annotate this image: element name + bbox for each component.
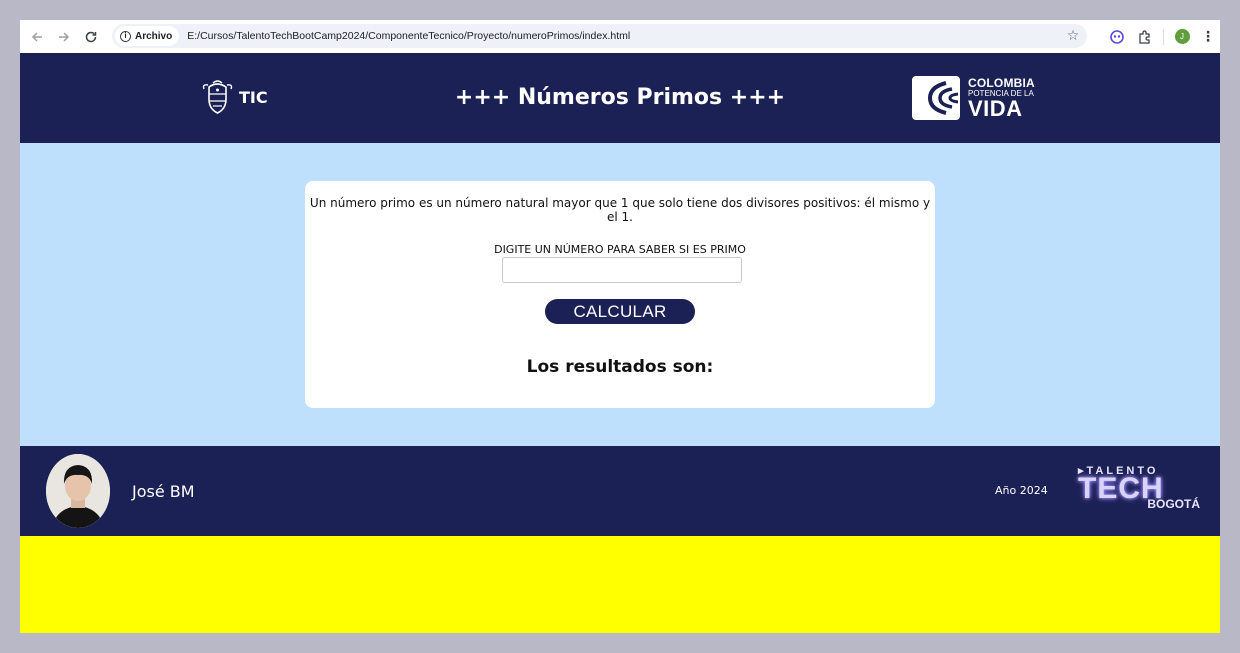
page-title: +++ Números Primos +++ bbox=[454, 85, 786, 110]
info-icon: i bbox=[120, 30, 131, 42]
address-bar[interactable]: i Archivo E:/Cursos/TalentoTechBootCamp2… bbox=[112, 24, 1087, 48]
prime-description: Un número primo es un número natural may… bbox=[309, 196, 931, 224]
colombia-logo-line1: COLOMBIA bbox=[968, 75, 1035, 90]
number-input[interactable] bbox=[502, 257, 742, 283]
page-footer: José BM Año 2024 ▸TALENTO TECH BOGOTÁ bbox=[20, 446, 1220, 536]
colombia-logo-text: COLOMBIA POTENCIA DE LA VIDA bbox=[968, 77, 1035, 120]
site-info-chip[interactable]: i Archivo bbox=[115, 26, 180, 46]
page: TIC +++ Números Primos +++ COLOMBIA POTE… bbox=[20, 53, 1220, 633]
yellow-band bbox=[20, 536, 1220, 633]
author-avatar bbox=[46, 454, 110, 528]
number-input-label: DIGITE UN NÚMERO PARA SABER SI ES PRIMO bbox=[494, 243, 746, 256]
talento-tech-logo: ▸TALENTO TECH BOGOTÁ bbox=[1078, 464, 1208, 524]
main-section: Un número primo es un número natural may… bbox=[20, 143, 1220, 446]
url-text[interactable]: E:/Cursos/TalentoTechBootCamp2024/Compon… bbox=[187, 30, 630, 42]
site-info-label: Archivo bbox=[135, 30, 173, 42]
colombia-logo-line3: VIDA bbox=[968, 95, 1023, 121]
prime-card: Un número primo es un número natural may… bbox=[305, 181, 935, 408]
bookmark-star-icon[interactable]: ☆ bbox=[1063, 26, 1083, 46]
toolbar-divider bbox=[1163, 28, 1164, 45]
profile-avatar[interactable]: J bbox=[1168, 23, 1196, 51]
page-header: TIC +++ Números Primos +++ COLOMBIA POTE… bbox=[20, 53, 1220, 143]
author-name: José BM bbox=[132, 482, 195, 501]
forward-icon[interactable] bbox=[50, 23, 77, 50]
colombia-potencia-logo: COLOMBIA POTENCIA DE LA VIDA bbox=[912, 75, 1035, 121]
footer-year: Año 2024 bbox=[995, 484, 1048, 497]
puzzle-icon[interactable] bbox=[1131, 23, 1159, 51]
reload-icon[interactable] bbox=[77, 23, 104, 50]
extension-icon[interactable] bbox=[1103, 23, 1131, 51]
back-icon[interactable] bbox=[23, 23, 50, 50]
more-menu-icon[interactable]: ⋮ bbox=[1196, 23, 1220, 51]
toolbar-actions: J ⋮ bbox=[1103, 20, 1220, 53]
profile-initial: J bbox=[1174, 29, 1190, 44]
colombia-wave-icon bbox=[912, 76, 960, 120]
browser-window: i Archivo E:/Cursos/TalentoTechBootCamp2… bbox=[20, 20, 1220, 633]
results-heading: Los resultados son: bbox=[526, 357, 714, 377]
calculate-button[interactable]: CALCULAR bbox=[545, 299, 695, 324]
browser-toolbar: i Archivo E:/Cursos/TalentoTechBootCamp2… bbox=[20, 20, 1220, 53]
